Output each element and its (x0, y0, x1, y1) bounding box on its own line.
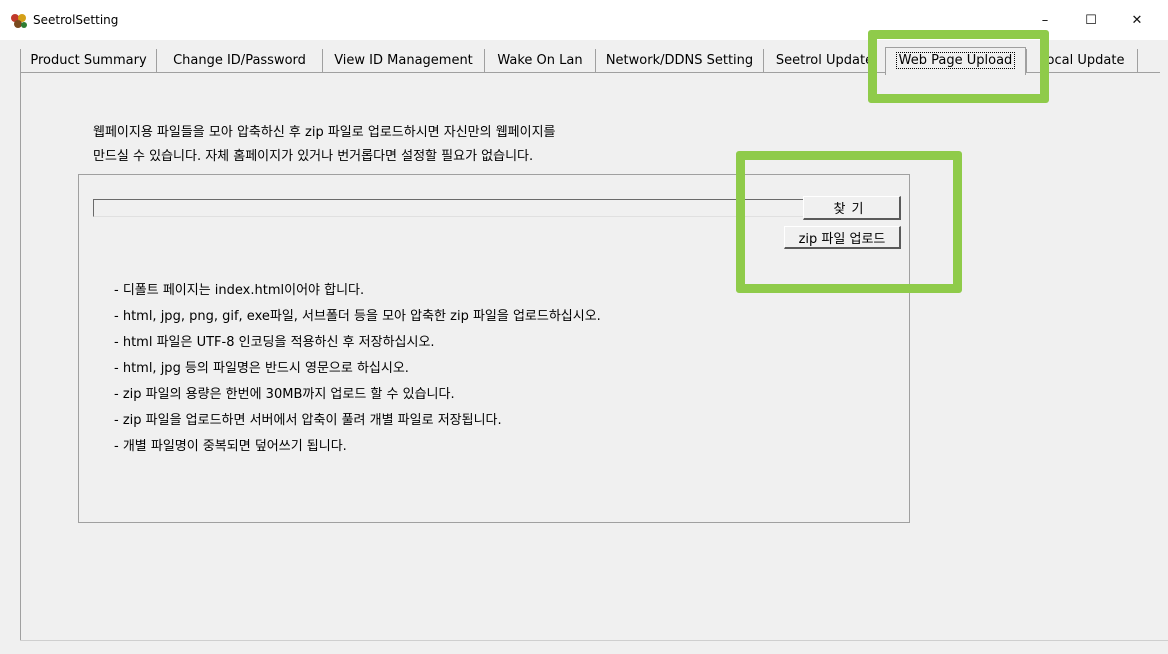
tab-label: Network/DDNS Setting (605, 53, 754, 68)
tab-wake-on-lan[interactable]: Wake On Lan (484, 49, 595, 73)
maximize-icon: ☐ (1085, 12, 1097, 28)
tab-product-summary[interactable]: Product Summary (20, 49, 156, 73)
description-line-2: 만드실 수 있습니다. 자체 홈페이지가 있거나 번거롭다면 설정할 필요가 없… (93, 149, 534, 164)
tab-label: View ID Management (334, 53, 473, 68)
file-path-input[interactable] (93, 199, 805, 217)
tab-label: Seetrol Update (775, 53, 874, 68)
panel-left-border (20, 72, 21, 640)
tab-view-id-management[interactable]: View ID Management (322, 49, 484, 73)
maximize-button[interactable]: ☐ (1068, 0, 1114, 40)
rule-item: - html, jpg, png, gif, exe파일, 서브폴더 등을 모아… (114, 309, 601, 324)
rule-item: - 디폴트 페이지는 index.html이어야 합니다. (114, 283, 365, 298)
rule-item: - html 파일은 UTF-8 인코딩을 적용하신 후 저장하십시오. (114, 335, 435, 350)
puzzle-app-icon (11, 14, 27, 28)
window-title: SeetrolSetting (33, 13, 119, 27)
tab-web-page-upload[interactable]: Web Page Upload (885, 47, 1026, 75)
tab-label: Web Page Upload (895, 52, 1016, 69)
tab-seetrol-update[interactable]: Seetrol Update (763, 49, 885, 73)
description-line-1: 웹페이지용 파일들을 모아 압축하신 후 zip 파일로 업로드하시면 자신만의… (93, 125, 556, 140)
tab-strip: Product Summary Change ID/Password View … (20, 47, 1160, 75)
rule-item: - zip 파일을 업로드하면 서버에서 압축이 풀려 개별 파일로 저장됩니다… (114, 413, 502, 428)
tab-network-ddns-setting[interactable]: Network/DDNS Setting (595, 49, 763, 73)
rule-item: - html, jpg 등의 파일명은 반드시 영문으로 하십시오. (114, 361, 409, 376)
minimize-icon: – (1041, 12, 1049, 28)
tab-label: Product Summary (30, 53, 147, 68)
tab-label: Wake On Lan (497, 53, 583, 68)
close-icon: ✕ (1131, 12, 1143, 28)
rule-item: - zip 파일의 용량은 한번에 30MB까지 업로드 할 수 있습니다. (114, 387, 455, 402)
tab-change-id-password[interactable]: Change ID/Password (156, 49, 322, 73)
panel-bottom-border (20, 640, 1168, 641)
rule-item: - 개별 파일명이 중복되면 덮어쓰기 됩니다. (114, 439, 347, 454)
tab-label: Local Update (1039, 53, 1125, 68)
tab-label: Change ID/Password (173, 53, 306, 68)
close-button[interactable]: ✕ (1114, 0, 1160, 40)
highlight-upload-buttons (736, 151, 962, 293)
